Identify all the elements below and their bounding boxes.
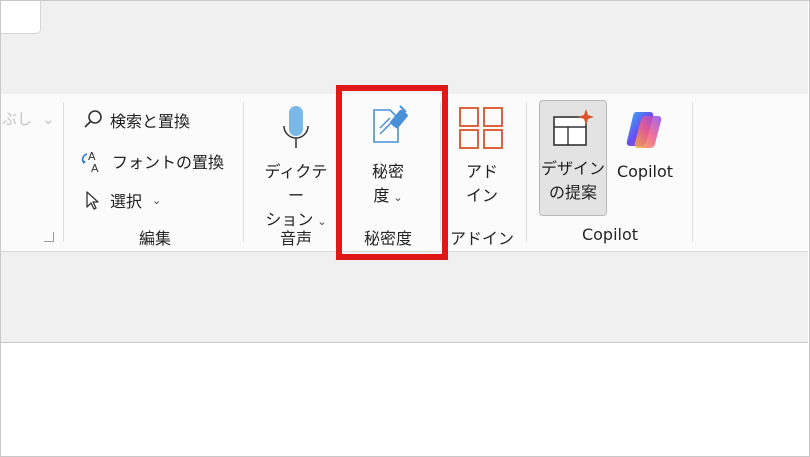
addins-label-line1: アド	[465, 162, 498, 181]
group-separator	[63, 102, 64, 242]
cut-off-control: ぶし ⌄	[2, 108, 55, 129]
group-separator	[692, 102, 693, 242]
select-button[interactable]: 選択 ⌄	[82, 188, 161, 212]
dictate-button[interactable]: ディクテー ション ⌄	[264, 104, 328, 229]
designer-button[interactable]: デザイン の提案	[539, 100, 607, 216]
font-replace-label: フォントの置換	[112, 153, 225, 172]
font-replace-icon: A A	[81, 150, 99, 174]
font-replace-button[interactable]: A A フォントの置換	[80, 148, 224, 174]
group-separator	[526, 102, 527, 242]
copilot-icon	[626, 112, 662, 148]
chevron-down-icon: ⌄	[42, 109, 55, 128]
search-icon	[84, 110, 102, 128]
addins-group-label: アドイン	[449, 229, 514, 248]
tab-stub[interactable]	[1, 1, 41, 34]
dictate-label-line1: ディクテー	[264, 162, 328, 205]
pointer-icon	[86, 191, 99, 210]
document-area	[1, 343, 808, 455]
designer-icon	[553, 109, 594, 146]
copilot-label: Copilot	[616, 162, 674, 181]
select-label: 選択	[110, 192, 143, 211]
voice-group-label: 音声	[279, 229, 312, 248]
group-separator	[243, 102, 244, 242]
addins-button[interactable]: アド イン	[452, 104, 512, 214]
dialog-launcher-icon[interactable]	[44, 232, 54, 242]
addins-grid-icon	[459, 107, 503, 149]
below-ribbon-area	[1, 252, 808, 343]
svg-text:A: A	[91, 162, 99, 174]
chevron-down-icon: ⌄	[152, 193, 162, 207]
chevron-down-icon: ⌄	[317, 215, 327, 228]
find-replace-button[interactable]: 検索と置換	[82, 108, 190, 132]
copilot-button[interactable]: Copilot	[612, 104, 678, 190]
microphone-icon	[283, 106, 309, 148]
addins-label-line2: イン	[465, 186, 498, 205]
title-bar	[1, 1, 808, 94]
find-replace-label: 検索と置換	[110, 112, 191, 131]
cut-off-label: ぶし	[2, 110, 33, 128]
highlight-box	[336, 85, 448, 260]
designer-label-line2: の提案	[548, 183, 597, 202]
copilot-group-label: Copilot	[581, 225, 639, 244]
designer-label-line1: デザイン	[540, 159, 605, 178]
edit-group-label: 編集	[138, 229, 171, 248]
